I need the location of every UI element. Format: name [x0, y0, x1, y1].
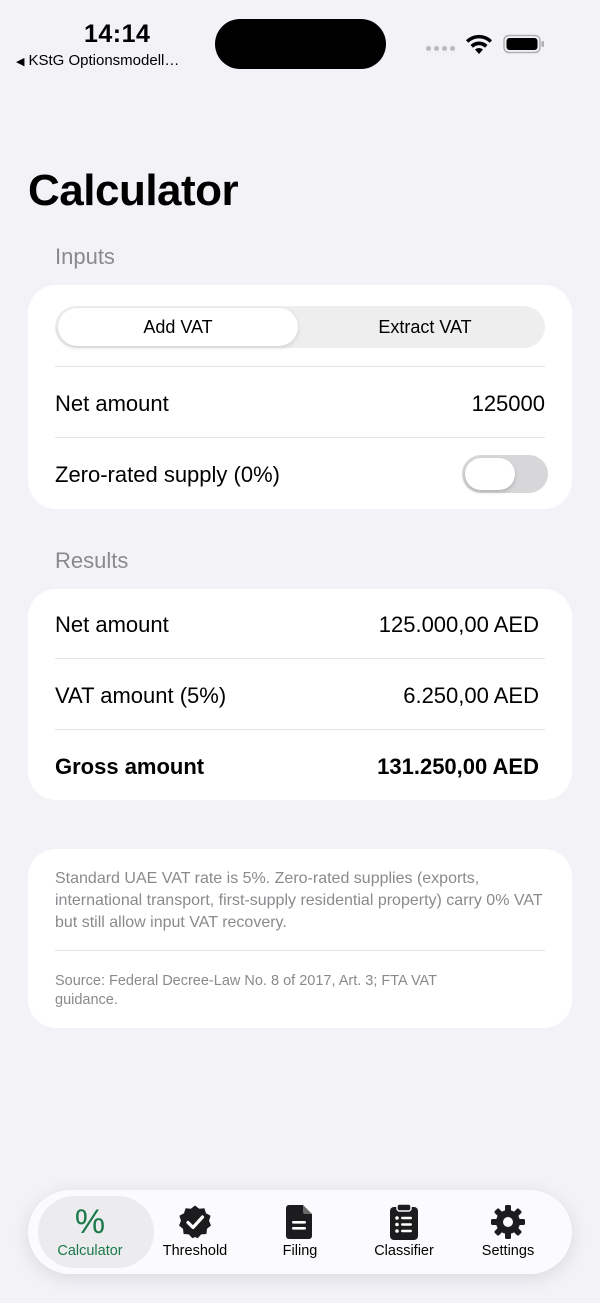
net-amount-input-label: Net amount: [55, 391, 169, 416]
zero-rated-supply-toggle[interactable]: [462, 455, 548, 493]
tab-label: Classifier: [374, 1243, 434, 1259]
page-title: Calculator: [28, 166, 239, 215]
tab-label: Filing: [282, 1243, 318, 1259]
wifi-icon: [466, 34, 492, 54]
vat-rate-note: Standard UAE VAT rate is 5%. Zero-rated …: [55, 870, 543, 931]
divider: [55, 658, 545, 659]
segment-add-vat[interactable]: Add VAT: [58, 308, 298, 346]
result-gross-amount-label: Gross amount: [55, 754, 205, 779]
result-net-amount-value: 125.000,00 AED: [378, 612, 539, 637]
gear-icon: [491, 1205, 525, 1239]
zero-rated-supply-label: Zero-rated supply (0%): [55, 462, 280, 487]
tab-classifier[interactable]: Classifier: [352, 1190, 456, 1274]
tab-filing[interactable]: Filing: [248, 1190, 352, 1274]
result-net-amount-label: Net amount: [55, 612, 169, 637]
tab-bar: % Calculator Threshold Filing Classifier…: [28, 1190, 572, 1274]
segment-extract-vat[interactable]: Extract VAT: [305, 308, 545, 346]
divider: [55, 729, 545, 730]
info-note-card: Standard UAE VAT rate is 5%. Zero-rated …: [28, 849, 572, 1028]
status-bar: 14:14 ◀ KStG Optionsmodell…: [0, 0, 600, 80]
net-amount-input-field[interactable]: 125000: [472, 391, 545, 417]
battery-icon: [503, 34, 544, 54]
dynamic-island: [215, 19, 386, 69]
inputs-card: Add VAT Extract VAT Net amount 125000 Ze…: [28, 285, 572, 509]
tab-threshold[interactable]: Threshold: [143, 1190, 247, 1274]
toggle-knob: [465, 458, 515, 490]
result-gross-amount-value: 131.250,00 AED: [377, 754, 539, 779]
document-icon: [286, 1205, 312, 1239]
status-time: 14:14: [84, 20, 151, 48]
result-vat-amount-value: 6.250,00 AED: [403, 683, 539, 708]
divider: [55, 950, 545, 951]
result-vat-amount-label: VAT amount (5%): [55, 683, 227, 708]
percent-icon: %: [74, 1203, 106, 1241]
inputs-section-header: Inputs: [55, 244, 115, 269]
vat-mode-segmented-control: Add VAT Extract VAT: [55, 306, 545, 348]
divider: [55, 366, 545, 367]
cellular-signal-icon: [426, 46, 455, 51]
tab-calculator[interactable]: % Calculator: [38, 1190, 154, 1274]
results-card: Net amount 125.000,00 AED VAT amount (5%…: [28, 589, 572, 800]
divider: [55, 437, 545, 438]
results-section-header: Results: [55, 548, 129, 573]
legal-source-note: Source: Federal Decree-Law No. 8 of 2017…: [55, 973, 437, 1008]
tab-label: Threshold: [162, 1243, 228, 1259]
back-app-label: KStG Optionsmodell…: [28, 52, 180, 69]
back-to-app-button[interactable]: ◀ KStG Optionsmodell…: [16, 52, 179, 69]
tab-label: Calculator: [57, 1243, 123, 1259]
clipboard-list-icon: [390, 1203, 418, 1240]
tab-label: Settings: [481, 1243, 535, 1259]
checkmark-seal-icon: [179, 1205, 211, 1239]
tab-settings[interactable]: Settings: [456, 1190, 560, 1274]
back-triangle-icon: ◀: [16, 56, 25, 68]
